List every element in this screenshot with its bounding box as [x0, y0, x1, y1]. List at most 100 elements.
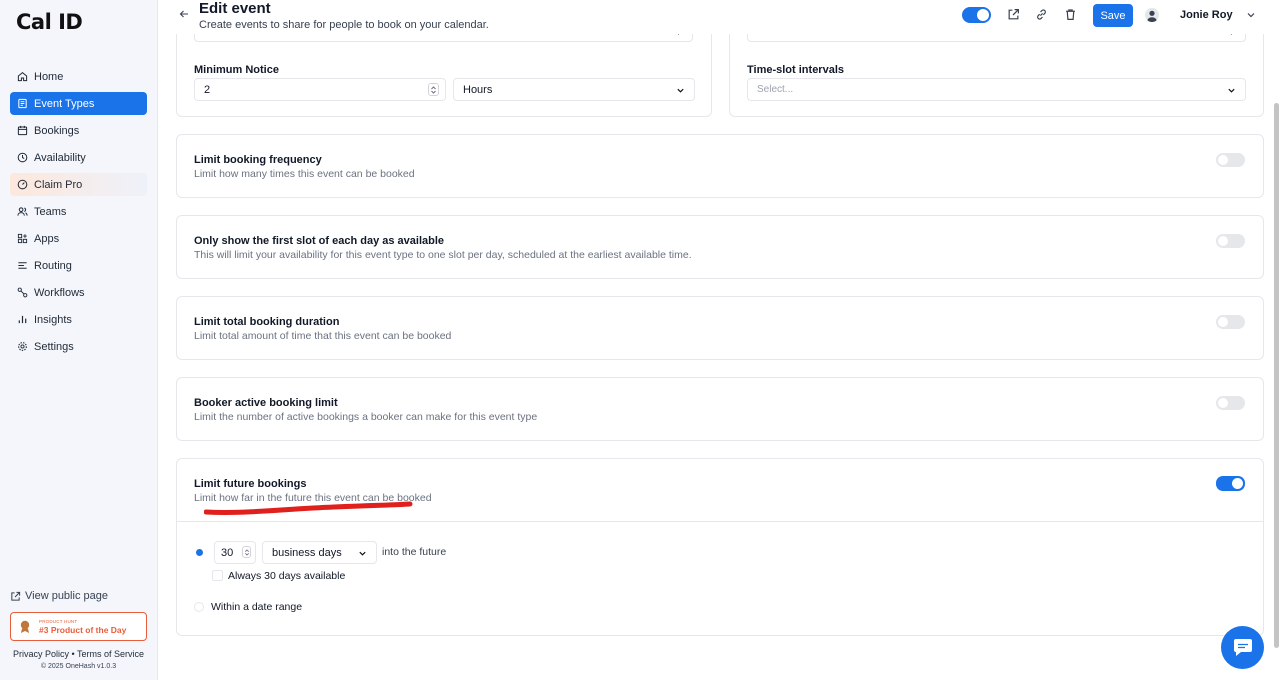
users-icon — [17, 206, 28, 217]
minimum-notice-input[interactable]: 2 — [194, 78, 446, 101]
booker-active-limit-toggle[interactable] — [1216, 396, 1245, 410]
time-slot-intervals-select[interactable]: Select... — [747, 78, 1246, 101]
privacy-policy-link[interactable]: Privacy Policy — [13, 649, 69, 659]
time-slot-intervals-placeholder: Select... — [757, 84, 794, 95]
footer-links: Privacy Policy • Terms of Service — [10, 649, 147, 659]
sidebar-item-insights[interactable]: Insights — [10, 308, 147, 331]
limit-future-bookings-toggle[interactable] — [1216, 476, 1245, 491]
always-available-label: Always 30 days available — [228, 570, 346, 582]
future-days-unit-value: business days — [272, 546, 342, 559]
sidebar-item-label: Bookings — [34, 124, 80, 137]
limit-total-duration-toggle[interactable] — [1216, 315, 1245, 329]
card-description: This will limit your availability for th… — [194, 249, 692, 261]
support-chat-button[interactable] — [1221, 626, 1264, 669]
future-days-input[interactable]: 30 — [214, 541, 256, 564]
number-stepper-icon[interactable] — [242, 546, 251, 558]
chevron-down-icon — [677, 88, 684, 93]
avatar[interactable] — [1145, 8, 1159, 22]
copy-link-icon[interactable] — [1035, 8, 1048, 21]
sidebar: Cal ID Home Event Types Bookings Availab… — [0, 0, 158, 680]
sidebar-item-apps[interactable]: Apps — [10, 227, 147, 250]
card-description: Limit the number of active bookings a bo… — [194, 411, 538, 423]
card-title: Only show the first slot of each day as … — [194, 235, 445, 247]
sidebar-item-workflows[interactable]: Workflows — [10, 281, 147, 304]
external-link-icon[interactable] — [1007, 8, 1020, 21]
sidebar-item-label: Apps — [34, 232, 60, 245]
card-description: Limit how many times this event can be b… — [194, 168, 415, 180]
product-hunt-text: PRODUCT HUNT #3 Product of the Day — [39, 619, 126, 635]
card-description: Limit total amount of time that this eve… — [194, 330, 452, 342]
sidebar-item-label: Home — [34, 70, 64, 83]
card-title: Limit booking frequency — [194, 154, 322, 166]
sidebar-item-label: Routing — [34, 259, 72, 272]
back-arrow-icon[interactable] — [178, 8, 190, 20]
sidebar-item-claim-pro[interactable]: Claim Pro — [10, 173, 147, 196]
event-visibility-toggle[interactable] — [962, 7, 991, 23]
chevron-down-icon — [1228, 88, 1235, 93]
link-icon — [17, 98, 28, 109]
sidebar-nav: Home Event Types Bookings Availability C… — [10, 65, 147, 362]
sidebar-item-teams[interactable]: Teams — [10, 200, 147, 223]
limit-booking-frequency-toggle[interactable] — [1216, 153, 1245, 167]
sidebar-item-label: Claim Pro — [34, 178, 83, 191]
sidebar-item-label: Availability — [34, 151, 86, 164]
first-slot-only-toggle[interactable] — [1216, 234, 1245, 248]
sidebar-item-bookings[interactable]: Bookings — [10, 119, 147, 142]
minimum-notice-unit-value: Hours — [463, 83, 493, 96]
limit-booking-frequency-card: Limit booking frequency Limit how many t… — [176, 134, 1264, 198]
chat-bubble-icon — [1233, 638, 1252, 656]
sidebar-item-label: Event Types — [34, 97, 95, 110]
bar-chart-icon — [17, 314, 28, 325]
page-subtitle: Create events to share for people to boo… — [199, 19, 489, 31]
booker-active-limit-card: Booker active booking limit Limit the nu… — [176, 377, 1264, 441]
sidebar-item-label: Teams — [34, 205, 67, 218]
user-name[interactable]: Jonie Roy — [1180, 9, 1233, 21]
sidebar-item-routing[interactable]: Routing — [10, 254, 147, 277]
time-slot-intervals-label: Time-slot intervals — [747, 64, 844, 76]
limit-total-duration-card: Limit total booking duration Limit total… — [176, 296, 1264, 360]
number-stepper-icon[interactable] — [428, 83, 439, 96]
version-text: © 2025 OneHash v1.0.3 — [40, 663, 117, 670]
home-icon — [17, 71, 28, 82]
external-link-icon — [10, 591, 21, 602]
view-public-page-label: View public page — [25, 590, 108, 602]
card-title: Limit total booking duration — [194, 316, 340, 328]
always-available-checkbox[interactable] — [212, 570, 223, 581]
date-range-label: Within a date range — [211, 601, 303, 613]
sidebar-item-event-types[interactable]: Event Types — [10, 92, 147, 115]
sidebar-item-settings[interactable]: Settings — [10, 335, 147, 358]
minimum-notice-label: Minimum Notice — [194, 64, 279, 76]
rolling-days-radio[interactable] — [196, 549, 203, 556]
app-logo[interactable]: Cal ID — [16, 10, 83, 34]
page-scrollbar[interactable] — [1274, 103, 1279, 648]
card-title: Booker active booking limit — [194, 397, 338, 409]
sidebar-footer: View public page PRODUCT HUNT #3 Product… — [10, 589, 150, 670]
trash-icon[interactable] — [1064, 8, 1077, 21]
sidebar-item-label: Settings — [34, 340, 74, 353]
sidebar-item-home[interactable]: Home — [10, 65, 147, 88]
product-hunt-badge[interactable]: PRODUCT HUNT #3 Product of the Day — [10, 612, 147, 641]
minimum-notice-value: 2 — [204, 83, 211, 96]
future-days-unit-select[interactable]: business days — [262, 541, 377, 564]
save-button[interactable]: Save — [1093, 4, 1133, 27]
terms-of-service-link[interactable]: Terms of Service — [77, 649, 144, 659]
sidebar-item-availability[interactable]: Availability — [10, 146, 147, 169]
clock-icon — [17, 152, 28, 163]
minimum-notice-unit-select[interactable]: Hours — [453, 78, 695, 101]
card-title: Limit future bookings — [194, 478, 307, 490]
workflow-icon — [17, 287, 28, 298]
page-title: Edit event — [199, 0, 271, 17]
page-header: Edit event Create events to share for pe… — [158, 0, 1280, 34]
medal-icon — [20, 620, 30, 633]
gear-icon — [17, 341, 28, 352]
gauge-icon — [17, 179, 28, 190]
into-the-future-label: into the future — [382, 546, 447, 558]
future-days-value: 30 — [221, 546, 234, 559]
grid-icon — [17, 233, 28, 244]
first-slot-only-card: Only show the first slot of each day as … — [176, 215, 1264, 279]
chevron-down-icon — [359, 551, 366, 556]
date-range-radio[interactable] — [194, 602, 204, 612]
red-annotation-underline — [204, 501, 413, 515]
chevron-down-icon[interactable] — [1246, 10, 1256, 20]
view-public-page-link[interactable]: View public page — [10, 589, 150, 603]
